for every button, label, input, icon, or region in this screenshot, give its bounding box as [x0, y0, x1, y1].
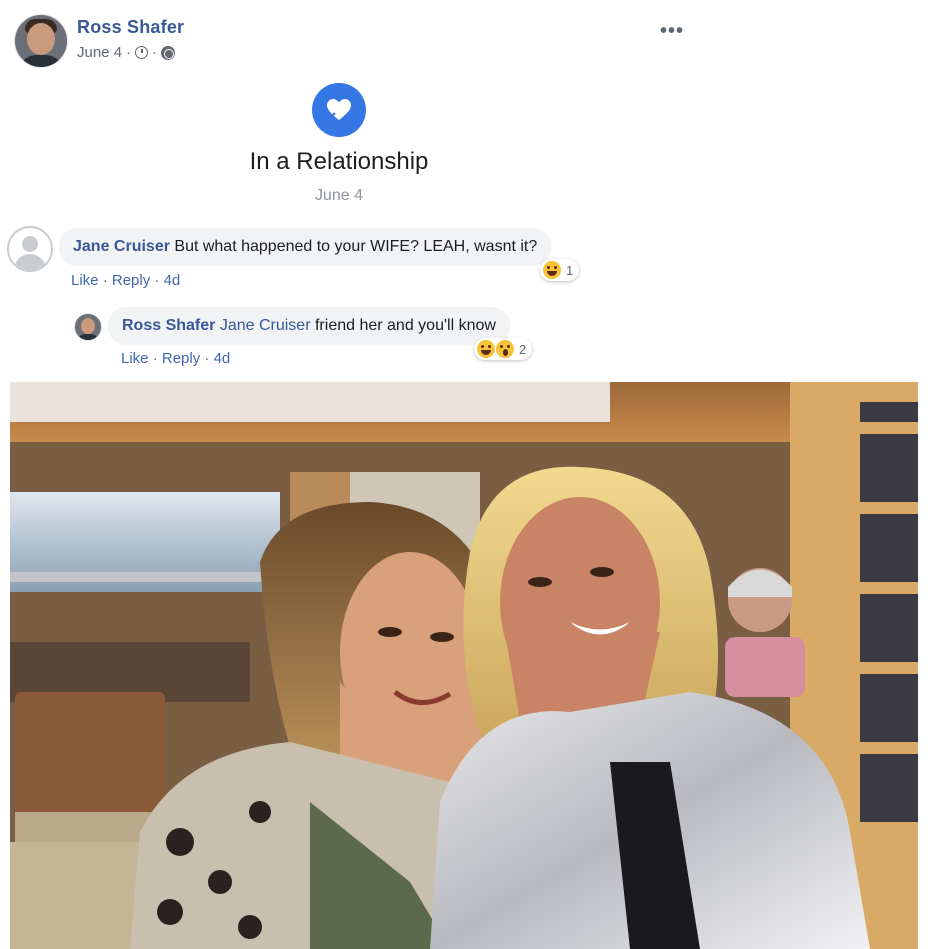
reply-author-avatar[interactable] [74, 313, 102, 341]
reply-text: friend her and you'll know [314, 317, 496, 334]
life-event-title: In a Relationship [249, 148, 429, 175]
wow-emoji-icon [496, 340, 514, 358]
comment-text: But what happened to your WIFE? LEAH, wa… [174, 238, 538, 255]
post-header: Ross Shafer June 4 · · ••• [14, 12, 914, 72]
like-link[interactable]: Like [71, 272, 99, 289]
comment-actions: Like · Reply · 4d [71, 272, 180, 289]
more-options-icon[interactable]: ••• [660, 20, 684, 43]
reply-bubble: Ross Shafer Jane Cruiser friend her and … [108, 307, 510, 345]
like-link[interactable]: Like [121, 350, 149, 367]
meta-separator: · [152, 44, 158, 61]
comment-time[interactable]: 4d [214, 350, 231, 367]
action-separator: · [204, 350, 210, 367]
commenter-avatar[interactable] [7, 226, 53, 272]
heart-icon [312, 83, 366, 137]
post-date[interactable]: June 4 [77, 44, 122, 61]
comment-author[interactable]: Jane Cruiser [73, 238, 170, 255]
laugh-emoji-icon [543, 261, 561, 279]
meta-separator: · [126, 44, 132, 61]
reaction-count: 2 [519, 341, 527, 357]
action-separator: · [102, 272, 108, 289]
action-separator: · [152, 350, 158, 367]
clock-icon [135, 46, 149, 59]
comment-bubble: Jane Cruiser But what happened to your W… [59, 228, 552, 266]
reply-mention[interactable]: Jane Cruiser [220, 317, 311, 334]
author-name[interactable]: Ross Shafer [77, 17, 184, 38]
post-meta: June 4 · · [77, 44, 176, 61]
reply-link[interactable]: Reply [162, 350, 200, 367]
reply-actions: Like · Reply · 4d [121, 350, 230, 367]
action-separator: · [154, 272, 160, 289]
comment-time[interactable]: 4d [164, 272, 181, 289]
comment-reactions[interactable]: 1 [540, 259, 580, 281]
reaction-count: 1 [566, 262, 574, 278]
post-photo[interactable] [10, 382, 918, 949]
life-event-date: June 4 [314, 187, 364, 204]
reply-link[interactable]: Reply [112, 272, 150, 289]
globe-icon[interactable] [161, 45, 176, 60]
laugh-emoji-icon [477, 340, 495, 358]
reply-author[interactable]: Ross Shafer [122, 317, 215, 334]
reply-reactions[interactable]: 2 [474, 338, 533, 360]
author-avatar[interactable] [14, 14, 68, 68]
